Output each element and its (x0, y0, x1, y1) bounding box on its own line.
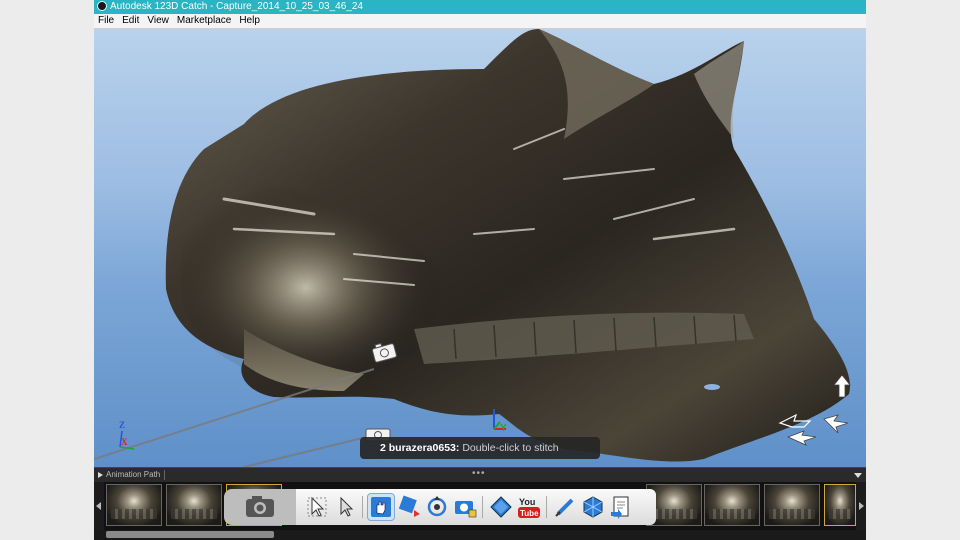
animation-path-label: Animation Path (106, 470, 161, 479)
stitch-notification: 2 burazera0653: Double-click to stitch (360, 437, 600, 459)
expand-triangle-icon[interactable] (98, 472, 103, 478)
rotate-tool-button[interactable] (424, 494, 450, 520)
title-bar: Autodesk 123D Catch - Capture_2014_10_25… (94, 0, 866, 14)
menu-edit[interactable]: Edit (118, 14, 143, 28)
select-arrow-icon (307, 496, 327, 517)
viewport-toolbar: You Tube (224, 489, 656, 525)
svg-text:Y: Y (500, 423, 507, 434)
right-arrow-icon[interactable] (823, 414, 849, 434)
chevron-left-icon (96, 502, 101, 510)
youtube-icon: You Tube (518, 497, 540, 518)
orbit-tool-button[interactable] (396, 494, 422, 520)
mesh-hole (704, 384, 720, 390)
app-logo-icon (97, 1, 107, 11)
filmstrip-scroll-left[interactable] (94, 482, 104, 530)
youtube-button[interactable]: You Tube (516, 494, 542, 520)
down-arrow-icon[interactable] (786, 430, 817, 446)
select-filled-tool-button[interactable] (332, 494, 358, 520)
menu-bar: File Edit View Marketplace Help (94, 14, 866, 29)
filmstrip-scroll-right[interactable] (856, 482, 866, 530)
camera-view-icon (455, 501, 477, 518)
photo-thumbnail[interactable] (166, 484, 222, 526)
notification-user: 2 burazera0653: (380, 442, 460, 454)
notification-message: Double-click to stitch (462, 442, 559, 454)
select-tool-button[interactable] (304, 494, 330, 520)
photo-thumbnail[interactable] (704, 484, 760, 526)
pan-hand-icon (371, 497, 391, 517)
drag-handle[interactable]: ••• (472, 467, 486, 481)
svg-text:Z: Z (119, 420, 125, 430)
scrollbar-thumb[interactable] (106, 531, 274, 538)
menu-view[interactable]: View (143, 14, 173, 28)
mesh-scene[interactable] (94, 29, 866, 467)
photo-thumbnail[interactable] (106, 484, 162, 526)
svg-text:X: X (121, 437, 128, 447)
left-arrow-icon[interactable] (778, 413, 812, 428)
capture-camera-button[interactable] (224, 489, 310, 525)
export-button[interactable] (608, 494, 634, 520)
photo-thumbnail[interactable] (824, 484, 856, 526)
toolbar-separator (362, 496, 363, 518)
pan-tool-button[interactable] (367, 493, 395, 521)
measure-button[interactable] (552, 494, 578, 520)
mesh-quality-button[interactable] (580, 494, 606, 520)
svg-text:You: You (519, 497, 535, 507)
animation-path-bar[interactable]: Animation Path ••• (94, 467, 866, 482)
3d-viewport[interactable]: Y Z X 2 burazera0653: Double-click to st… (94, 29, 866, 467)
menu-marketplace[interactable]: Marketplace (173, 14, 235, 28)
cube-icon (490, 496, 512, 518)
menu-file[interactable]: File (94, 14, 118, 28)
toolbar-separator (546, 496, 547, 518)
mesh-cube-icon (583, 496, 603, 518)
svg-text:Tube: Tube (520, 509, 539, 518)
up-arrow-icon[interactable] (833, 375, 851, 398)
collapse-panel-icon[interactable] (854, 473, 862, 478)
rotate-icon (427, 496, 447, 517)
tool-buttons: You Tube (296, 489, 656, 525)
world-axis-indicator: Z X (119, 420, 135, 450)
toolbar-separator (482, 496, 483, 518)
app-window: Autodesk 123D Catch - Capture_2014_10_25… (94, 0, 866, 540)
navigation-arrows[interactable] (774, 375, 864, 455)
menu-help[interactable]: Help (235, 14, 264, 28)
select-filled-arrow-icon (340, 496, 354, 517)
divider (164, 470, 165, 480)
filmstrip-scrollbar[interactable] (94, 530, 866, 540)
photo-thumbnail[interactable] (764, 484, 820, 526)
chevron-right-icon (859, 502, 864, 510)
materials-button[interactable] (488, 494, 514, 520)
export-icon (611, 496, 629, 519)
measure-pen-icon (555, 498, 574, 517)
window-title: Autodesk 123D Catch - Capture_2014_10_25… (110, 1, 363, 12)
camera-icon (246, 496, 274, 517)
orbit-icon (398, 495, 420, 517)
camera-view-button[interactable] (452, 494, 478, 520)
center-axis-gizmo: Y (493, 409, 507, 434)
